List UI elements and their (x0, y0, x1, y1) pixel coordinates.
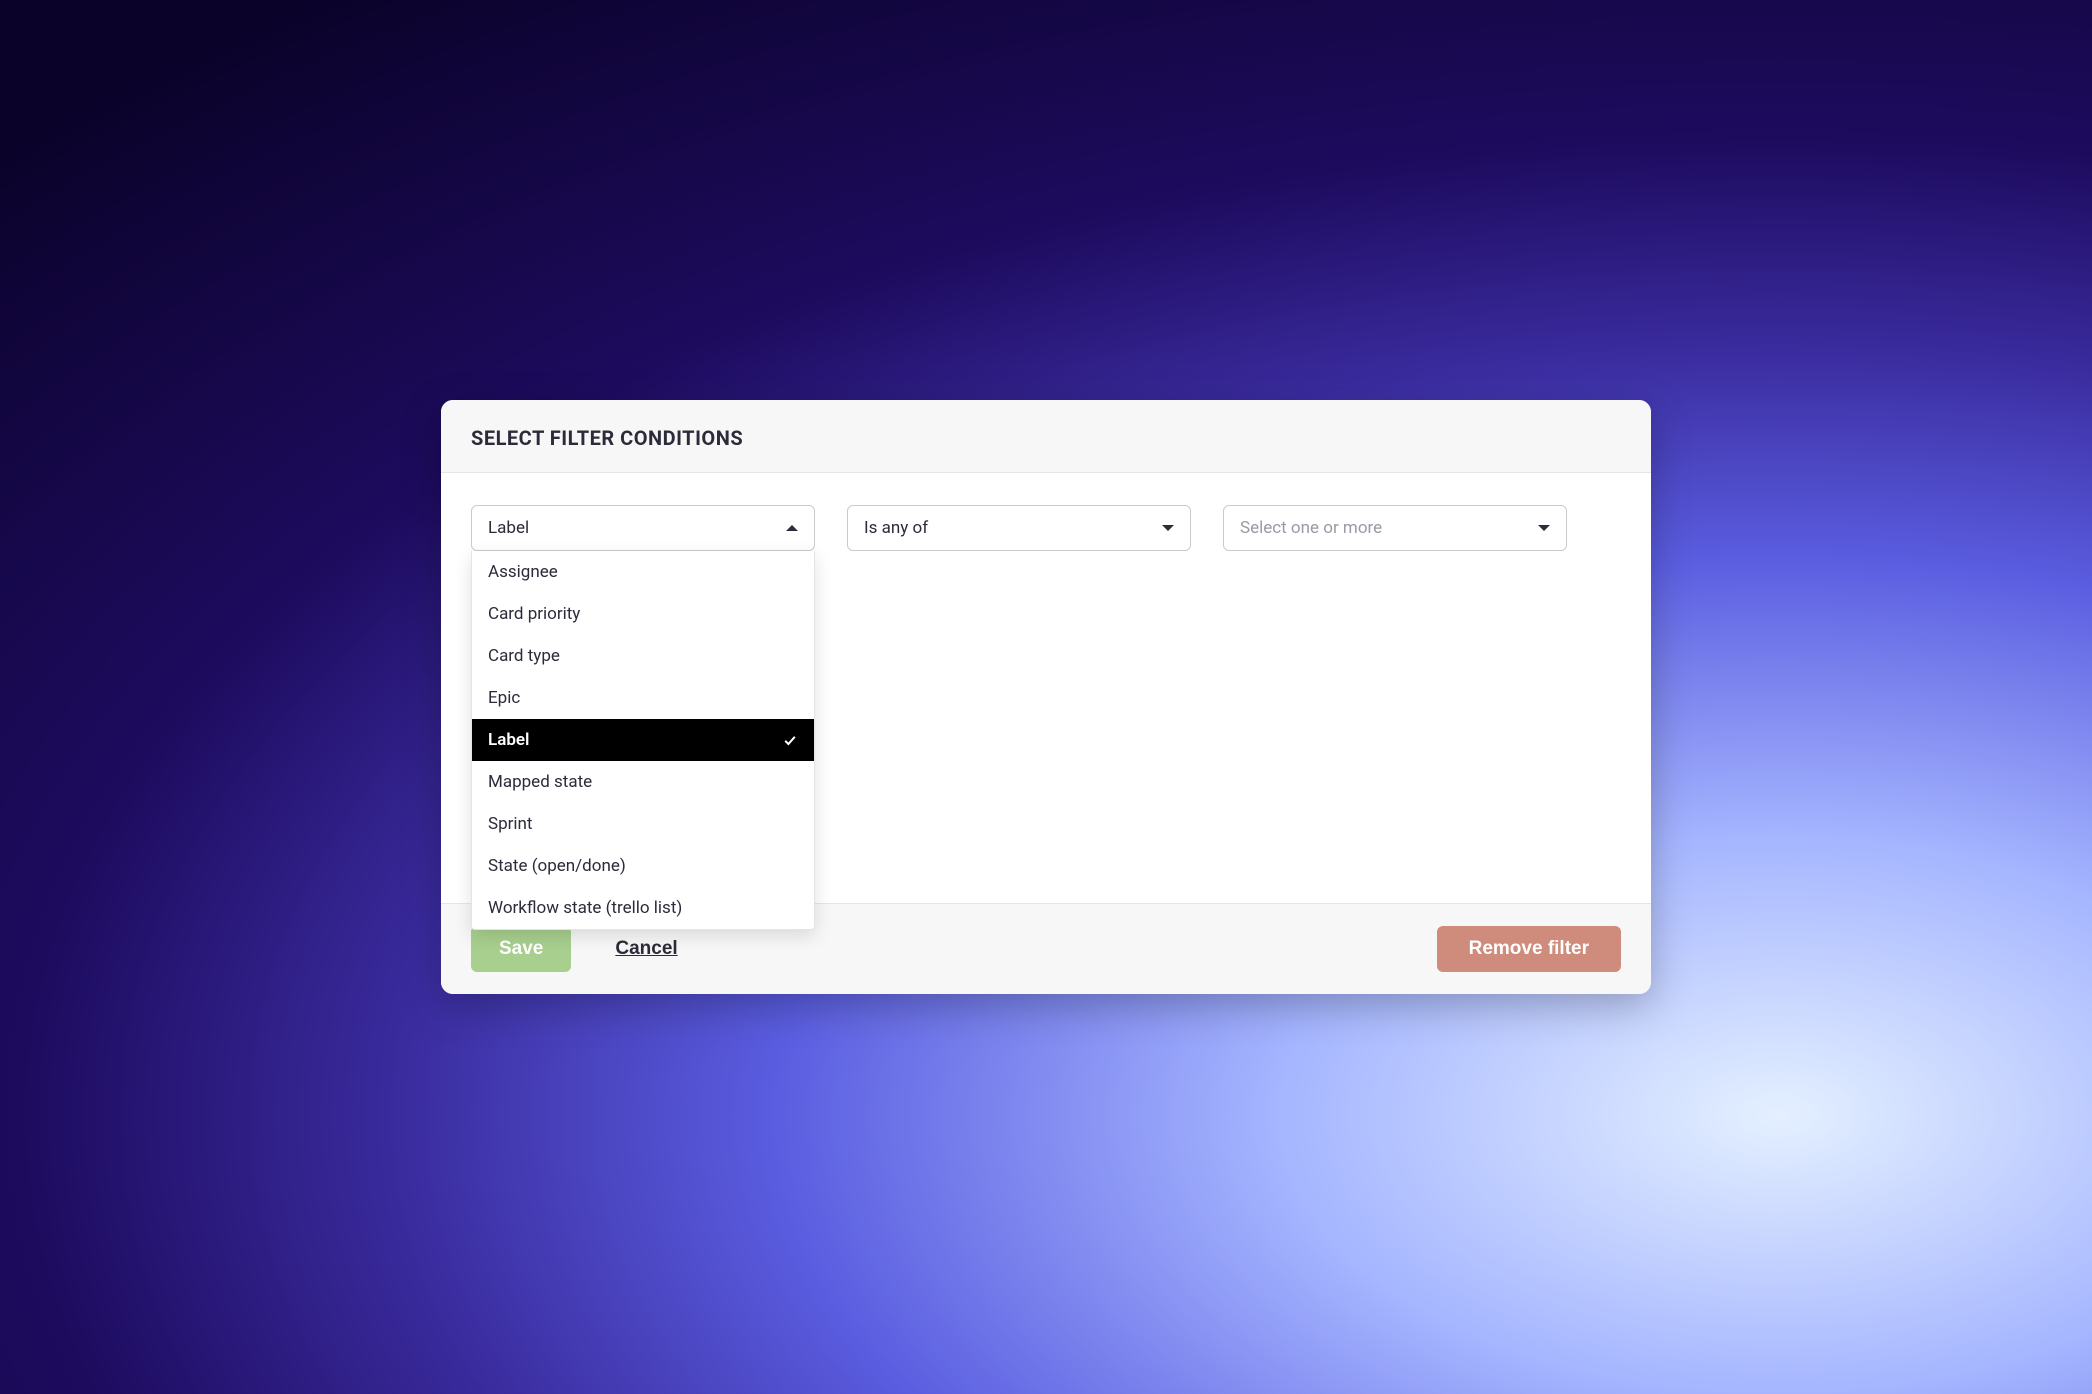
caret-up-icon (786, 525, 798, 531)
field-option-sprint[interactable]: Sprint (472, 803, 814, 845)
field-option-workflow-state[interactable]: Workflow state (trello list) (472, 887, 814, 929)
check-icon (782, 732, 798, 748)
operator-select-wrap: Is any of (847, 505, 1191, 863)
value-select-placeholder: Select one or more (1240, 518, 1382, 538)
modal-body: Label Assignee Card priority Card type E… (441, 473, 1651, 903)
save-button[interactable]: Save (471, 926, 571, 972)
modal-header: SELECT FILTER CONDITIONS (441, 400, 1651, 473)
field-select[interactable]: Label (471, 505, 815, 551)
field-select-dropdown: Assignee Card priority Card type Epic La… (471, 551, 815, 930)
footer-left-group: Save Cancel (471, 926, 682, 972)
cancel-button[interactable]: Cancel (611, 926, 681, 972)
field-option-state[interactable]: State (open/done) (472, 845, 814, 887)
field-option-label: Workflow state (trello list) (488, 898, 682, 918)
field-option-label: State (open/done) (488, 856, 626, 876)
value-select-wrap: Select one or more (1223, 505, 1567, 863)
field-option-assignee[interactable]: Assignee (472, 551, 814, 593)
field-option-mapped-state[interactable]: Mapped state (472, 761, 814, 803)
field-option-label: Label (488, 730, 529, 750)
field-option-label: Mapped state (488, 772, 592, 792)
operator-select[interactable]: Is any of (847, 505, 1191, 551)
value-select[interactable]: Select one or more (1223, 505, 1567, 551)
filter-conditions-modal: SELECT FILTER CONDITIONS Label Assignee … (441, 400, 1651, 994)
field-option-epic[interactable]: Epic (472, 677, 814, 719)
field-option-label: Epic (488, 688, 520, 708)
operator-select-value: Is any of (864, 518, 928, 538)
field-option-label: Assignee (488, 562, 558, 582)
field-select-value: Label (488, 518, 529, 538)
field-option-card-type[interactable]: Card type (472, 635, 814, 677)
field-option-label: Card priority (488, 604, 580, 624)
remove-filter-button[interactable]: Remove filter (1437, 926, 1621, 972)
field-select-wrap: Label Assignee Card priority Card type E… (471, 505, 815, 863)
caret-down-icon (1538, 525, 1550, 531)
caret-down-icon (1162, 525, 1174, 531)
field-option-label: Sprint (488, 814, 532, 834)
field-option-label: Card type (488, 646, 560, 666)
field-option-card-priority[interactable]: Card priority (472, 593, 814, 635)
field-option-label[interactable]: Label (472, 719, 814, 761)
modal-title: SELECT FILTER CONDITIONS (471, 426, 1621, 450)
